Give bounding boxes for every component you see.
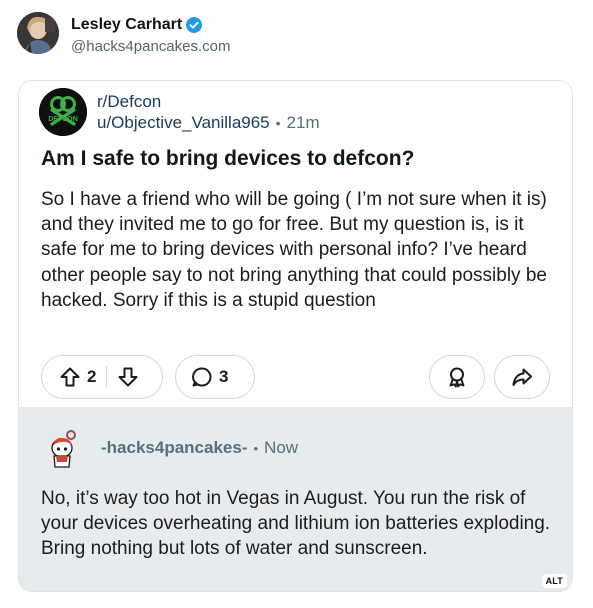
award-pill — [429, 355, 485, 399]
comment-separator-dot: • — [253, 440, 259, 456]
author-meta: Lesley Carhart @hacks4pancakes.com — [71, 15, 230, 55]
author-handle[interactable]: @hacks4pancakes.com — [71, 38, 230, 55]
upvote-count: 2 — [87, 367, 97, 386]
subreddit-icon: DEFCON — [39, 88, 87, 136]
comment-bubble-icon — [191, 366, 213, 388]
award-icon — [446, 366, 468, 388]
post-time: 21m — [286, 112, 320, 132]
comment-count: 3 — [219, 367, 229, 386]
comment-time: Now — [264, 438, 299, 457]
share-pill — [494, 355, 550, 399]
reddit-post-title: Am I safe to bring devices to defcon? — [41, 147, 415, 170]
share-arrow-icon — [511, 366, 533, 388]
author-name[interactable]: Lesley Carhart — [71, 16, 182, 34]
comment-pill: 3 — [175, 355, 255, 399]
arrow-up-icon — [59, 366, 81, 388]
comment-body: No, it’s way too hot in Vegas in August.… — [41, 488, 551, 560]
reddit-comment: -hacks4pancakes- • Now No, it’s way too … — [19, 407, 572, 591]
verified-check-icon — [186, 17, 203, 33]
reddit-post-body: So I have a friend who will be going ( I… — [41, 189, 547, 311]
reddit-post-header: DEFCON r/Defcon u/Objective_Vanilla965 •… — [39, 88, 320, 136]
comment-username: -hacks4pancakes- — [101, 438, 248, 457]
reddit-username: u/Objective_Vanilla965 — [97, 112, 270, 132]
reddit-user-row: u/Objective_Vanilla965 • 21m — [97, 113, 320, 133]
subreddit-name: r/Defcon — [97, 91, 162, 111]
reddit-meta: r/Defcon u/Objective_Vanilla965 • 21m — [97, 92, 320, 133]
arrow-down-icon — [117, 366, 139, 388]
vote-divider — [106, 366, 108, 388]
author-name-row: Lesley Carhart — [71, 15, 230, 35]
comment-avatar — [45, 426, 89, 470]
reddit-screenshot-image[interactable]: DEFCON r/Defcon u/Objective_Vanilla965 •… — [18, 80, 573, 592]
author-avatar[interactable] — [17, 12, 59, 54]
reddit-action-bar: 2 3 — [19, 355, 572, 401]
subreddit-icon-logo-text: DEFCON — [48, 116, 78, 123]
comment-header: -hacks4pancakes- • Now — [45, 426, 298, 470]
separator-dot: • — [275, 114, 281, 131]
vote-pill: 2 — [41, 355, 163, 399]
post-header: Lesley Carhart @hacks4pancakes.com — [17, 12, 230, 58]
alt-text-badge[interactable]: ALT — [541, 574, 567, 588]
